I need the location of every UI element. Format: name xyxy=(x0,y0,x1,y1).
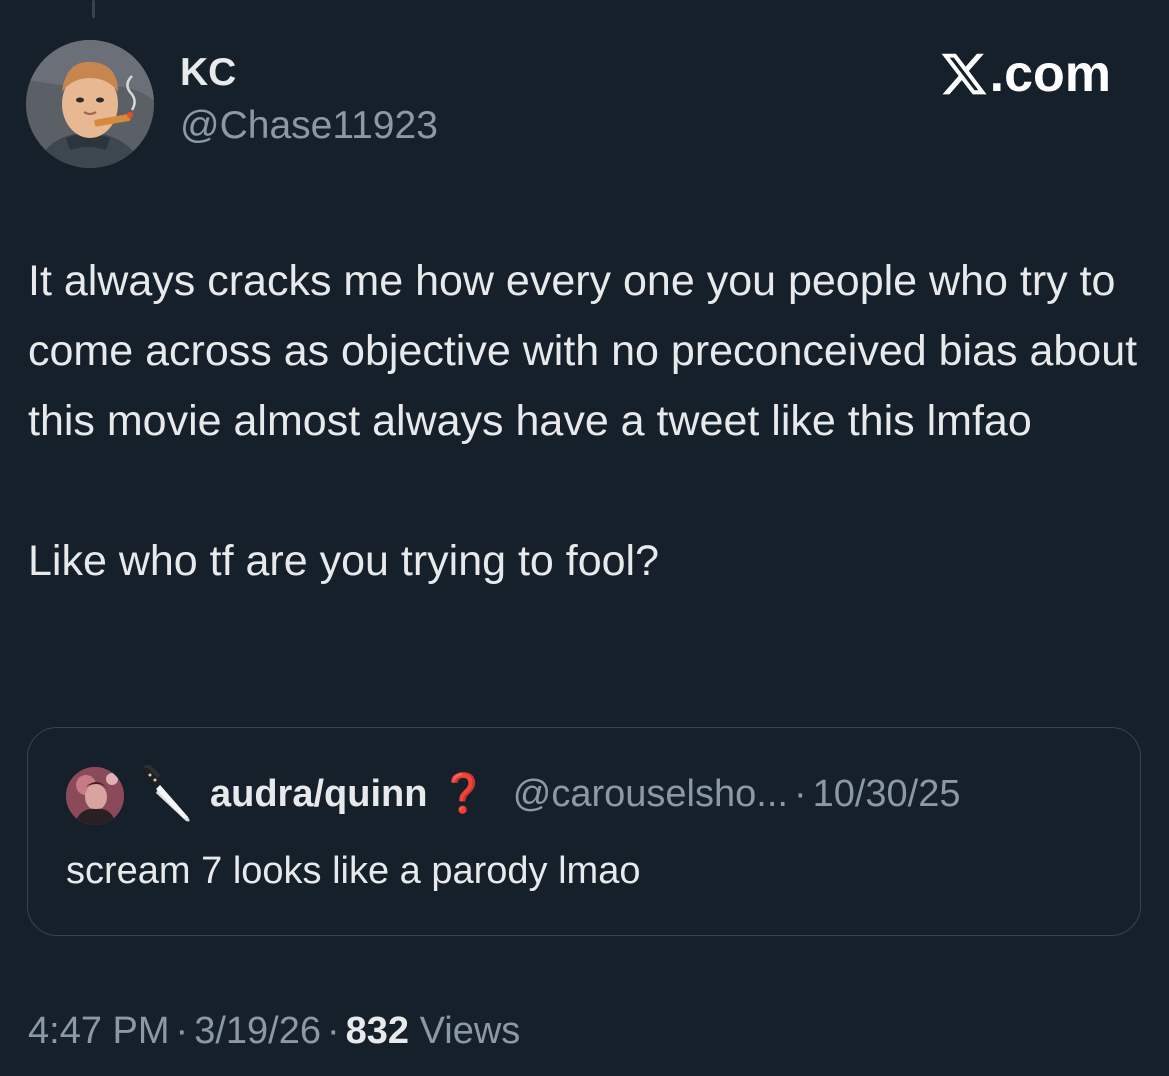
quoted-tweet-card[interactable]: audra/quinn ❓ @carouselsho... · 10/30/25… xyxy=(27,727,1141,936)
x-dot-com-watermark: .com xyxy=(939,44,1111,104)
thread-connector-line xyxy=(92,0,95,18)
quoted-author-name[interactable]: audra/quinn xyxy=(210,773,427,816)
author-avatar[interactable] xyxy=(26,40,154,168)
author-display-name[interactable]: KC xyxy=(180,51,236,95)
tweet-date[interactable]: 3/19/26 xyxy=(194,1010,321,1052)
quoted-author-avatar[interactable] xyxy=(66,767,124,825)
knife-emoji-icon xyxy=(141,765,190,822)
tweet-paragraph: It always cracks me how every one you pe… xyxy=(28,257,1138,445)
views-label: Views xyxy=(419,1010,521,1052)
quoted-dot-separator: · xyxy=(793,773,807,815)
question-mark-emoji-icon: ❓ xyxy=(439,773,487,815)
quoted-tweet-date[interactable]: 10/30/25 xyxy=(813,773,961,816)
views-count: 832 xyxy=(345,1010,410,1052)
quoted-tweet-text: scream 7 looks like a parody lmao xyxy=(66,850,641,892)
tweet-metadata: 4:47 PM · 3/19/26 · 832 Views xyxy=(28,1010,520,1053)
meta-dot-separator: · xyxy=(326,1010,340,1052)
tweet-time[interactable]: 4:47 PM xyxy=(28,1010,170,1052)
quoted-author-handle[interactable]: @carouselsho... xyxy=(513,773,788,816)
author-handle[interactable]: @Chase11923 xyxy=(180,104,438,148)
quoted-tweet-header: audra/quinn ❓ @carouselsho... · 10/30/25 xyxy=(210,772,961,816)
profile-photo-avatar-icon xyxy=(66,767,124,825)
tweet-text: It always cracks me how every one you pe… xyxy=(28,246,1138,596)
cartoon-man-smoking-avatar-icon xyxy=(26,40,154,168)
brand-text: .com xyxy=(989,45,1111,103)
meta-dot-separator: · xyxy=(175,1010,189,1052)
x-logo-icon xyxy=(941,53,987,95)
tweet-paragraph: Like who tf are you trying to fool? xyxy=(28,537,660,585)
